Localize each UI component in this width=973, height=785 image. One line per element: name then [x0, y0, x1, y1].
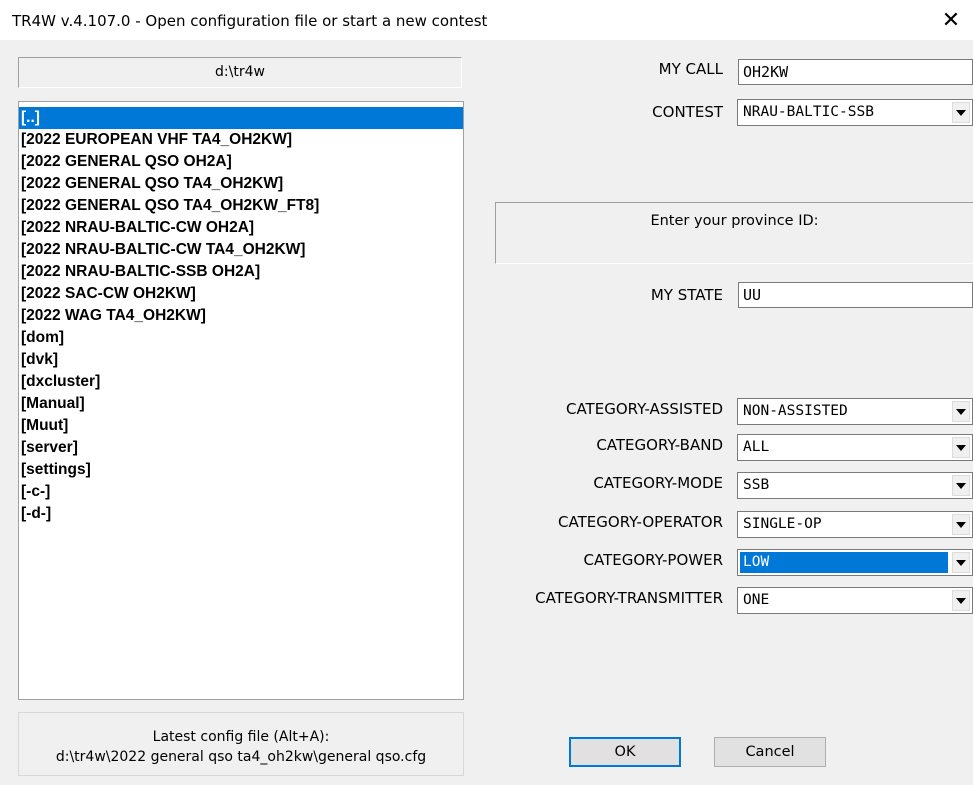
category-operator-label: CATEGORY-OPERATOR — [558, 513, 723, 531]
file-list-item[interactable]: [2022 EUROPEAN VHF TA4_OH2KW] — [19, 129, 463, 151]
cancel-button[interactable]: Cancel — [714, 737, 826, 767]
province-prompt: Enter your province ID: — [495, 202, 973, 264]
latest-config-path: d:\tr4w\2022 general qso ta4_oh2kw\gener… — [55, 749, 427, 765]
category-transmitter-select[interactable]: ONE — [737, 587, 973, 614]
category-mode-select[interactable]: SSB — [737, 472, 973, 499]
contest-select[interactable]: NRAU-BALTIC-SSB — [737, 99, 973, 126]
file-list-item[interactable]: [-d-] — [19, 503, 463, 525]
chevron-down-icon[interactable] — [952, 475, 970, 496]
file-list-item[interactable]: [2022 GENERAL QSO TA4_OH2KW_FT8] — [19, 195, 463, 217]
category-power-value: LOW — [740, 552, 948, 573]
file-list-item[interactable]: [Muut] — [19, 415, 463, 437]
category-operator-value: SINGLE-OP — [743, 516, 822, 532]
category-mode-label: CATEGORY-MODE — [593, 474, 723, 492]
category-transmitter-label: CATEGORY-TRANSMITTER — [535, 589, 723, 607]
contest-label: CONTEST — [652, 103, 723, 121]
chevron-down-icon[interactable] — [952, 401, 970, 422]
file-list-item[interactable]: [settings] — [19, 459, 463, 481]
category-band-label: CATEGORY-BAND — [596, 436, 723, 454]
chevron-down-icon[interactable] — [952, 590, 970, 611]
ok-button[interactable]: OK — [569, 737, 681, 767]
category-assisted-select[interactable]: NON-ASSISTED — [737, 398, 973, 425]
category-transmitter-value: ONE — [743, 592, 770, 608]
my-call-input[interactable]: OH2KW — [738, 59, 973, 85]
file-list-item[interactable]: [dvk] — [19, 349, 463, 371]
file-list-item[interactable]: [server] — [19, 437, 463, 459]
current-path: d:\tr4w — [18, 57, 462, 88]
contest-value: NRAU-BALTIC-SSB — [743, 104, 874, 120]
file-list-item[interactable]: [2022 NRAU-BALTIC-CW OH2A] — [19, 217, 463, 239]
chevron-down-icon[interactable] — [952, 552, 970, 573]
category-power-select[interactable]: LOW — [737, 549, 973, 576]
my-state-label: MY STATE — [650, 286, 723, 304]
file-list[interactable]: [..] [2022 EUROPEAN VHF TA4_OH2KW] [2022… — [18, 101, 464, 700]
chevron-down-icon[interactable] — [952, 102, 970, 123]
file-list-item[interactable]: [dom] — [19, 327, 463, 349]
file-list-item[interactable]: [-c-] — [19, 481, 463, 503]
category-assisted-label: CATEGORY-ASSISTED — [565, 400, 723, 418]
category-operator-select[interactable]: SINGLE-OP — [737, 511, 973, 538]
title-bar: TR4W v.4.107.0 - Open configuration file… — [0, 0, 973, 40]
file-list-item[interactable]: [2022 GENERAL QSO TA4_OH2KW] — [19, 173, 463, 195]
latest-config-label: Latest config file (Alt+A): — [152, 729, 330, 745]
category-power-label: CATEGORY-POWER — [583, 551, 723, 569]
category-assisted-value: NON-ASSISTED — [743, 403, 848, 419]
chevron-down-icon[interactable] — [952, 437, 970, 458]
category-mode-value: SSB — [743, 477, 770, 493]
file-list-item[interactable]: [2022 WAG TA4_OH2KW] — [19, 305, 463, 327]
file-list-item[interactable]: [2022 GENERAL QSO OH2A] — [19, 151, 463, 173]
file-list-item[interactable]: [2022 SAC-CW OH2KW] — [19, 283, 463, 305]
file-list-item[interactable]: [2022 NRAU-BALTIC-SSB OH2A] — [19, 261, 463, 283]
latest-config-button[interactable]: Latest config file (Alt+A): d:\tr4w\2022… — [18, 712, 464, 776]
window-title: TR4W v.4.107.0 - Open configuration file… — [12, 12, 488, 30]
chevron-down-icon[interactable] — [952, 514, 970, 535]
file-list-item[interactable]: [..] — [19, 107, 463, 129]
my-call-label: MY CALL — [658, 60, 723, 78]
category-band-value: ALL — [743, 439, 770, 455]
my-state-input[interactable]: UU — [738, 282, 973, 308]
close-icon[interactable]: ✕ — [939, 8, 963, 33]
file-list-item[interactable]: [Manual] — [19, 393, 463, 415]
file-list-item[interactable]: [dxcluster] — [19, 371, 463, 393]
file-list-item[interactable]: [2022 NRAU-BALTIC-CW TA4_OH2KW] — [19, 239, 463, 261]
category-band-select[interactable]: ALL — [737, 434, 973, 461]
